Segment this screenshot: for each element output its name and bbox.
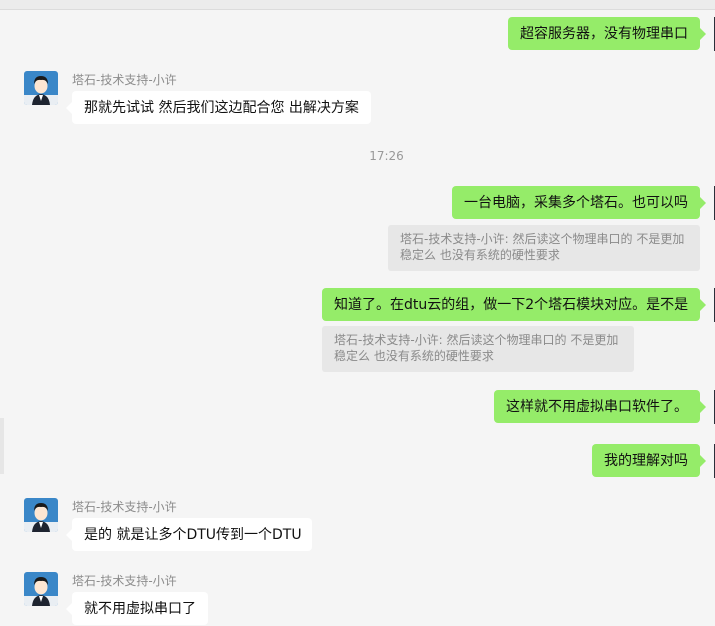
sender-name: 塔石-技术支持-小许 bbox=[72, 500, 177, 514]
bubble-tail bbox=[700, 197, 706, 209]
quoted-message[interactable]: 塔石-技术支持-小许: 然后读这个物理串口的 不是更加稳定么 也没有系统的硬性要… bbox=[388, 225, 700, 271]
sender-name: 塔石-技术支持-小许 bbox=[72, 574, 177, 588]
window-top-border bbox=[0, 0, 715, 10]
incoming-message-bubble[interactable]: 就不用虚拟串口了 bbox=[72, 592, 208, 625]
outgoing-message-bubble[interactable]: 超容服务器，没有物理串口 bbox=[508, 17, 700, 50]
incoming-message-bubble[interactable]: 那就先试试 然后我们这边配合您 出解决方案 bbox=[72, 91, 371, 124]
bubble-tail bbox=[700, 401, 706, 413]
bubble-tail bbox=[700, 28, 706, 40]
sender-name: 塔石-技术支持-小许 bbox=[72, 73, 177, 87]
quoted-message[interactable]: 塔石-技术支持-小许: 然后读这个物理串口的 不是更加稳定么 也没有系统的硬性要… bbox=[322, 326, 634, 372]
bubble-tail bbox=[66, 529, 72, 541]
incoming-message-bubble[interactable]: 是的 就是让多个DTU传到一个DTU bbox=[72, 518, 312, 551]
bubble-tail bbox=[700, 455, 706, 467]
avatar[interactable] bbox=[24, 498, 58, 532]
outgoing-message-bubble[interactable]: 这样就不用虚拟串口软件了。 bbox=[494, 390, 700, 423]
outgoing-message-bubble[interactable]: 一台电脑，采集多个塔石。也可以吗 bbox=[452, 186, 700, 219]
outgoing-message-bubble[interactable]: 知道了。在dtu云的组，做一下2个塔石模块对应。是不是 bbox=[322, 288, 700, 321]
bubble-tail bbox=[66, 102, 72, 114]
avatar[interactable] bbox=[24, 572, 58, 606]
outgoing-message-bubble[interactable]: 我的理解对吗 bbox=[592, 444, 700, 477]
timestamp: 17:26 bbox=[369, 149, 404, 163]
bubble-tail bbox=[66, 603, 72, 615]
bubble-tail bbox=[700, 299, 706, 311]
avatar[interactable] bbox=[24, 71, 58, 105]
scroll-marker bbox=[0, 418, 4, 474]
